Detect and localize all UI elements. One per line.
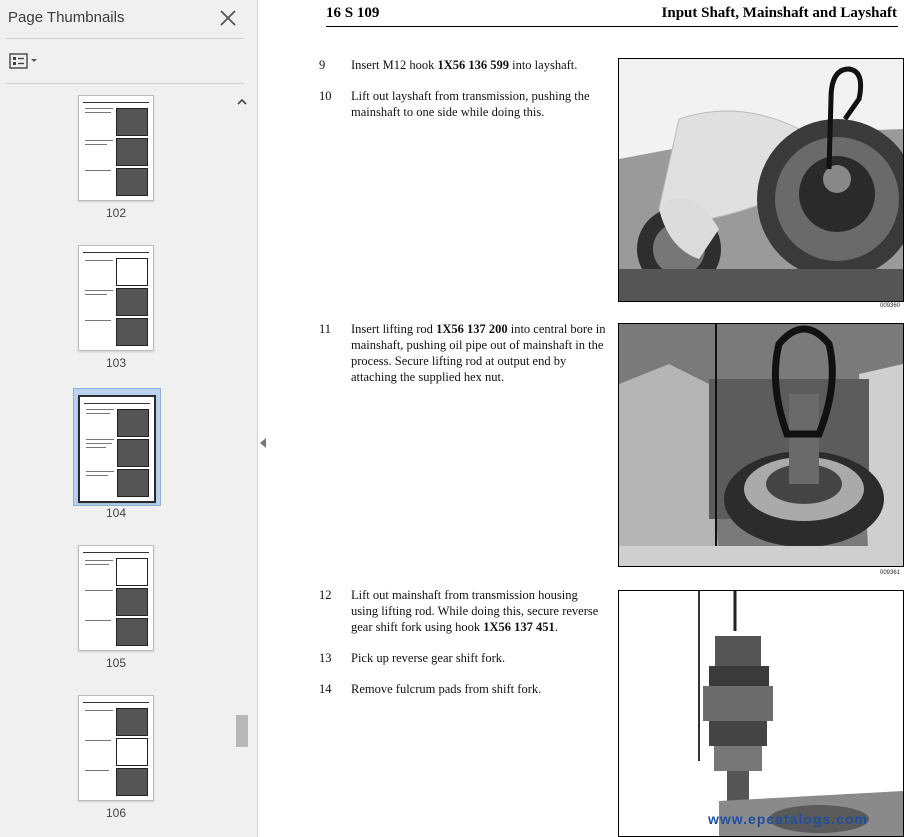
collapse-panel-button[interactable] xyxy=(258,434,268,452)
step-text: Lift out layshaft from transmission, pus… xyxy=(351,89,590,119)
divider xyxy=(6,38,244,39)
step-number: 10 xyxy=(319,89,332,103)
watermark-text: www.epcatalogs.com xyxy=(708,811,868,827)
close-panel-button[interactable] xyxy=(218,8,238,28)
chevron-up-icon xyxy=(237,98,247,105)
page-header-code: 16 S 109 xyxy=(326,5,380,21)
step-text: Pick up reverse gear shift fork. xyxy=(351,651,506,665)
header-rule xyxy=(326,26,898,27)
thumbnail-label: 106 xyxy=(105,806,127,820)
close-icon xyxy=(220,10,236,26)
photo-layshaft-removal xyxy=(618,58,904,302)
thumbnail-page-104[interactable] xyxy=(78,395,156,503)
step-number: 12 xyxy=(319,588,332,602)
mainshaft-lift-illustration xyxy=(619,591,903,836)
thumbnail-options-button[interactable] xyxy=(8,51,40,71)
thumbnail-page-105[interactable] xyxy=(78,545,154,651)
document-page: 16 S 109 Input Shaft, Mainshaft and Lays… xyxy=(268,0,921,837)
step-text: Insert lifting rod 1X56 137 200 into cen… xyxy=(351,322,606,384)
thumbnail-label: 104 xyxy=(105,506,127,520)
thumbnail-page-102[interactable] xyxy=(78,95,154,201)
step-text: Lift out mainshaft from transmission hou… xyxy=(351,588,599,634)
scroll-up-button[interactable] xyxy=(237,94,247,105)
thumbnail-label: 103 xyxy=(105,356,127,370)
mainshaft-photo-illustration xyxy=(619,324,903,566)
panel-title: Page Thumbnails xyxy=(8,9,125,26)
gear-photo-illustration xyxy=(619,59,903,301)
step-text: Insert M12 hook 1X56 136 599 into laysha… xyxy=(351,58,578,72)
page-header-title: Input Shaft, Mainshaft and Layshaft xyxy=(661,5,897,21)
thumbnail-label: 102 xyxy=(105,206,127,220)
thumbnail-page-106[interactable] xyxy=(78,695,154,801)
figure-caption: 009360 xyxy=(880,303,901,309)
triangle-left-icon xyxy=(260,438,266,448)
step-number: 13 xyxy=(319,651,332,665)
thumbnail-list: 102 103 104 105 106 xyxy=(0,84,232,837)
thumbnail-page-103[interactable] xyxy=(78,245,154,351)
scrollbar-thumb[interactable] xyxy=(236,715,248,747)
thumbnail-scrollbar[interactable] xyxy=(234,90,250,837)
step-number: 11 xyxy=(319,322,332,336)
thumbnail-label: 105 xyxy=(105,656,127,670)
step-number: 9 xyxy=(319,58,326,72)
figure-caption: 009361 xyxy=(880,570,901,576)
options-menu-icon xyxy=(9,53,37,69)
page-thumbnails-panel: Page Thumbnails 102 103 104 105 106 xyxy=(0,0,258,837)
step-text: Remove fulcrum pads from shift fork. xyxy=(351,682,542,696)
panel-header: Page Thumbnails xyxy=(0,0,257,38)
photo-lifting-rod xyxy=(618,323,904,567)
photo-mainshaft-lift xyxy=(618,590,904,837)
step-number: 14 xyxy=(319,682,332,696)
